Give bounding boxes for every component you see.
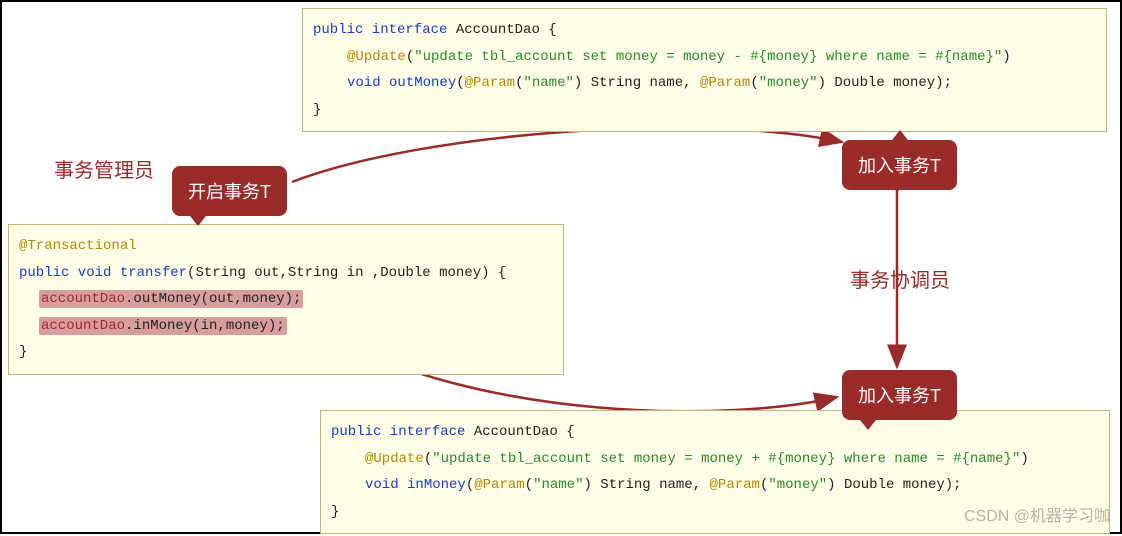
paren: ( bbox=[750, 75, 758, 91]
paren: ( bbox=[456, 75, 464, 91]
diagram-canvas: public interface AccountDao { @Update("u… bbox=[0, 0, 1122, 534]
code-line: accountDao.inMoney(in,money); bbox=[19, 313, 553, 340]
join-transaction-tag-2: 加入事务T bbox=[842, 370, 957, 420]
paren: ( bbox=[406, 49, 414, 65]
method-name: transfer bbox=[120, 265, 187, 281]
object-ref: accountDao bbox=[41, 318, 125, 334]
manager-label: 事务管理员 bbox=[54, 154, 154, 183]
annotation: @Param bbox=[465, 75, 515, 91]
annotation: @Param bbox=[710, 477, 760, 493]
method-call: .outMoney(out,money); bbox=[125, 291, 301, 307]
keyword: void bbox=[347, 75, 389, 91]
string-literal: "money" bbox=[768, 477, 827, 493]
code-line: public interface AccountDao { bbox=[331, 419, 1099, 446]
join-transaction-tag-1: 加入事务T bbox=[842, 140, 957, 190]
annotation: @Transactional bbox=[19, 238, 137, 254]
transfer-box: @Transactional public void transfer(Stri… bbox=[8, 224, 564, 375]
string-literal: "update tbl_account set money = money + … bbox=[432, 451, 1020, 467]
string-literal: "name" bbox=[533, 477, 583, 493]
method-name: outMoney bbox=[389, 75, 456, 91]
code-line: void outMoney(@Param("name") String name… bbox=[313, 70, 1096, 97]
keyword: public void bbox=[19, 265, 120, 281]
keyword: public interface bbox=[331, 424, 474, 440]
annotation: @Update bbox=[347, 49, 406, 65]
annotation: @Param bbox=[474, 477, 524, 493]
dao-top-box: public interface AccountDao { @Update("u… bbox=[302, 8, 1107, 132]
object-ref: accountDao bbox=[41, 291, 125, 307]
keyword: public interface bbox=[313, 22, 456, 38]
class-name: AccountDao { bbox=[474, 424, 575, 440]
param: ) String name, bbox=[574, 75, 700, 91]
code-line: } bbox=[19, 339, 553, 366]
paren: ) bbox=[1020, 451, 1028, 467]
code-line: } bbox=[313, 97, 1096, 124]
paren: ( bbox=[424, 451, 432, 467]
string-literal: "money" bbox=[759, 75, 818, 91]
annotation: @Param bbox=[700, 75, 750, 91]
class-name: AccountDao { bbox=[456, 22, 557, 38]
string-literal: "update tbl_account set money = money - … bbox=[414, 49, 1002, 65]
annotation: @Update bbox=[365, 451, 424, 467]
params: (String out,String in ,Double money) { bbox=[187, 265, 506, 281]
code-line: public void transfer(String out,String i… bbox=[19, 260, 553, 287]
paren: ( bbox=[525, 477, 533, 493]
code-line: public interface AccountDao { bbox=[313, 17, 1096, 44]
code-line: @Update("update tbl_account set money = … bbox=[331, 446, 1099, 473]
string-literal: "name" bbox=[523, 75, 573, 91]
param: ) String name, bbox=[583, 477, 709, 493]
watermark: CSDN @机器学习咖 bbox=[964, 502, 1110, 526]
paren: ( bbox=[466, 477, 474, 493]
keyword: void bbox=[365, 477, 407, 493]
paren: ) bbox=[1002, 49, 1010, 65]
param: ) Double money); bbox=[818, 75, 952, 91]
highlighted-call: accountDao.outMoney(out,money); bbox=[39, 290, 303, 308]
method-call: .inMoney(in,money); bbox=[125, 318, 285, 334]
code-line: @Update("update tbl_account set money = … bbox=[313, 44, 1096, 71]
coordinator-label: 事务协调员 bbox=[850, 264, 950, 293]
open-transaction-tag: 开启事务T bbox=[172, 166, 287, 216]
code-line: @Transactional bbox=[19, 233, 553, 260]
code-line: accountDao.outMoney(out,money); bbox=[19, 286, 553, 313]
param: ) Double money); bbox=[827, 477, 961, 493]
code-line: void inMoney(@Param("name") String name,… bbox=[331, 472, 1099, 499]
method-name: inMoney bbox=[407, 477, 466, 493]
highlighted-call: accountDao.inMoney(in,money); bbox=[39, 317, 287, 335]
